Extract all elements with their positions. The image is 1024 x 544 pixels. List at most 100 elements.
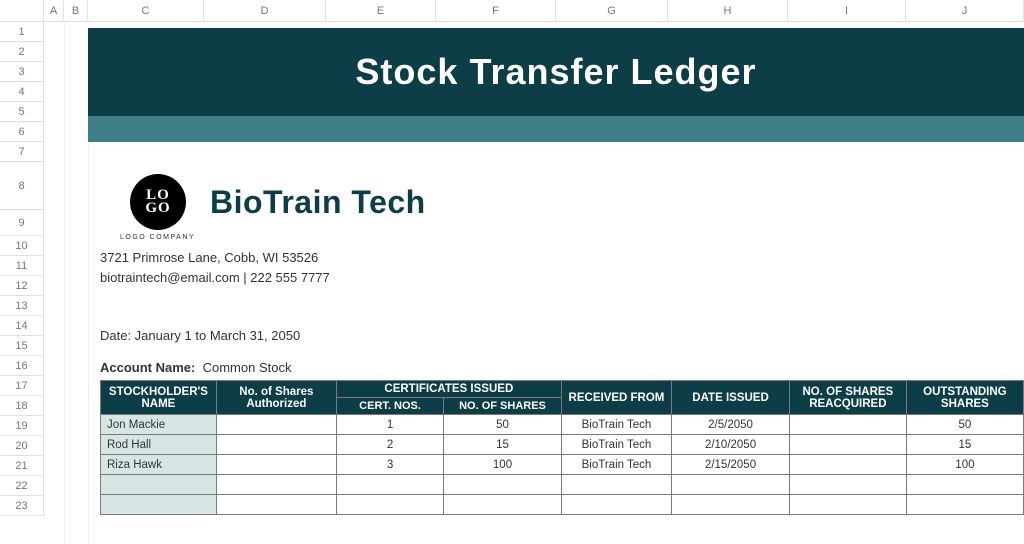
th-cert-nos[interactable]: CERT. NOS. [336, 398, 443, 415]
cell-name[interactable]: Riza Hawk [101, 455, 217, 475]
row-header-21[interactable]: 21 [0, 456, 44, 476]
cell-reacq[interactable] [789, 455, 906, 475]
cell-date[interactable] [672, 475, 790, 495]
col-header-I[interactable]: I [788, 0, 906, 21]
cell-auth[interactable] [216, 415, 336, 435]
logo-block: LO GO BioTrain Tech [130, 174, 426, 230]
row-header-11[interactable]: 11 [0, 256, 44, 276]
cell-shares[interactable] [444, 475, 562, 495]
cell-name[interactable]: Jon Mackie [101, 415, 217, 435]
cell-from[interactable] [561, 475, 671, 495]
cell-from[interactable]: BioTrain Tech [561, 455, 671, 475]
cell-auth[interactable] [216, 495, 336, 515]
row-header-14[interactable]: 14 [0, 316, 44, 336]
company-name: BioTrain Tech [210, 184, 426, 221]
cell-certno[interactable] [336, 495, 443, 515]
table-row[interactable]: Jon Mackie150BioTrain Tech2/5/205050 [101, 415, 1024, 435]
row-header-9[interactable]: 9 [0, 210, 44, 236]
row-header-5[interactable]: 5 [0, 102, 44, 122]
sheet-canvas[interactable]: Stock Transfer Ledger LO GO BioTrain Tec… [44, 22, 1024, 544]
col-header-B[interactable]: B [64, 0, 88, 21]
cell-name[interactable]: Rod Hall [101, 435, 217, 455]
cell-out[interactable]: 15 [906, 435, 1023, 455]
table-row[interactable]: Riza Hawk3100BioTrain Tech2/15/2050100 [101, 455, 1024, 475]
row-header-18[interactable]: 18 [0, 396, 44, 416]
row-header-16[interactable]: 16 [0, 356, 44, 376]
title-banner: Stock Transfer Ledger [88, 28, 1024, 116]
col-header-G[interactable]: G [556, 0, 668, 21]
cell-certno[interactable]: 2 [336, 435, 443, 455]
cell-certno[interactable]: 3 [336, 455, 443, 475]
col-header-C[interactable]: C [88, 0, 204, 21]
th-outstanding[interactable]: OUTSTANDING SHARES [906, 381, 1023, 415]
th-stockholder[interactable]: STOCKHOLDER'S NAME [101, 381, 217, 415]
th-cert-shares[interactable]: NO. OF SHARES [444, 398, 562, 415]
row-header-4[interactable]: 4 [0, 82, 44, 102]
row-header-13[interactable]: 13 [0, 296, 44, 316]
row-header-15[interactable]: 15 [0, 336, 44, 356]
col-header-H[interactable]: H [668, 0, 788, 21]
ledger-table[interactable]: STOCKHOLDER'S NAME No. of Shares Authori… [100, 380, 1024, 515]
row-header-10[interactable]: 10 [0, 236, 44, 256]
date-range: Date: January 1 to March 31, 2050 [100, 328, 300, 343]
cell-from[interactable]: BioTrain Tech [561, 415, 671, 435]
row-header-12[interactable]: 12 [0, 276, 44, 296]
cell-date[interactable] [672, 495, 790, 515]
cell-reacq[interactable] [789, 495, 906, 515]
doc-title: Stock Transfer Ledger [355, 51, 756, 93]
cell-auth[interactable] [216, 455, 336, 475]
cell-date[interactable]: 2/5/2050 [672, 415, 790, 435]
cell-reacq[interactable] [789, 475, 906, 495]
cell-auth[interactable] [216, 435, 336, 455]
table-row[interactable]: Rod Hall215BioTrain Tech2/10/205015 [101, 435, 1024, 455]
row-header-22[interactable]: 22 [0, 476, 44, 496]
row-header-17[interactable]: 17 [0, 376, 44, 396]
row-header-7[interactable]: 7 [0, 142, 44, 162]
account-value: Common Stock [203, 360, 292, 375]
col-header-F[interactable]: F [436, 0, 556, 21]
cell-from[interactable] [561, 495, 671, 515]
th-cert-group[interactable]: CERTIFICATES ISSUED [336, 381, 561, 398]
cell-shares[interactable]: 15 [444, 435, 562, 455]
cell-reacq[interactable] [789, 415, 906, 435]
row-header-3[interactable]: 3 [0, 62, 44, 82]
cell-certno[interactable] [336, 475, 443, 495]
row-header-1[interactable]: 1 [0, 22, 44, 42]
cell-date[interactable]: 2/10/2050 [672, 435, 790, 455]
th-received[interactable]: RECEIVED FROM [561, 381, 671, 415]
logo-icon: LO GO [130, 174, 186, 230]
row-header-2[interactable]: 2 [0, 42, 44, 62]
table-row[interactable] [101, 475, 1024, 495]
th-reacquired[interactable]: NO. OF SHARES REACQUIRED [789, 381, 906, 415]
cell-out[interactable]: 100 [906, 455, 1023, 475]
row-header-8[interactable]: 8 [0, 162, 44, 210]
col-header-E[interactable]: E [326, 0, 436, 21]
row-header-23[interactable]: 23 [0, 496, 44, 516]
col-header-A[interactable]: A [44, 0, 64, 21]
row-headers: 1234567891011121314151617181920212223 [0, 22, 44, 516]
cell-from[interactable]: BioTrain Tech [561, 435, 671, 455]
cell-out[interactable]: 50 [906, 415, 1023, 435]
row-header-6[interactable]: 6 [0, 122, 44, 142]
account-label: Account Name: [100, 360, 195, 375]
col-header-J[interactable]: J [906, 0, 1024, 21]
cell-shares[interactable]: 100 [444, 455, 562, 475]
table-row[interactable] [101, 495, 1024, 515]
cell-auth[interactable] [216, 475, 336, 495]
cell-name[interactable] [101, 475, 217, 495]
cell-out[interactable] [906, 475, 1023, 495]
cell-certno[interactable]: 1 [336, 415, 443, 435]
cell-name[interactable] [101, 495, 217, 515]
th-date-issued[interactable]: DATE ISSUED [672, 381, 790, 415]
th-authorized[interactable]: No. of Shares Authorized [216, 381, 336, 415]
select-all-corner[interactable] [0, 0, 44, 22]
row-header-20[interactable]: 20 [0, 436, 44, 456]
row-header-19[interactable]: 19 [0, 416, 44, 436]
cell-shares[interactable]: 50 [444, 415, 562, 435]
col-header-D[interactable]: D [204, 0, 326, 21]
accent-banner [88, 116, 1024, 142]
cell-date[interactable]: 2/15/2050 [672, 455, 790, 475]
cell-out[interactable] [906, 495, 1023, 515]
cell-shares[interactable] [444, 495, 562, 515]
cell-reacq[interactable] [789, 435, 906, 455]
